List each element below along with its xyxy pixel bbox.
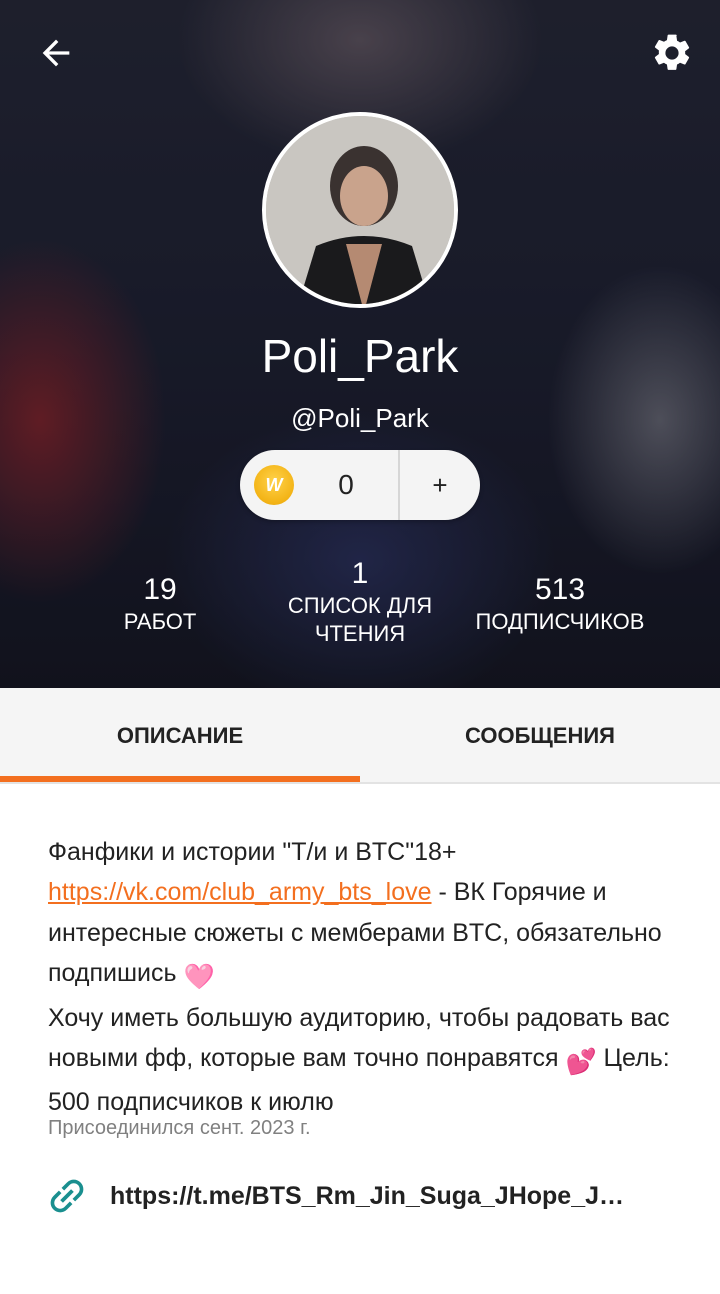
active-tab-indicator (0, 776, 360, 782)
stat-value: 1 (351, 557, 369, 590)
profile-header: Poli_Park @Poli_Park W 0 + 19 РАБОТ 1 СП… (0, 0, 720, 688)
arrow-left-icon (42, 39, 70, 67)
profile-tabs: ОПИСАНИЕ СООБЩЕНИЯ (0, 688, 720, 784)
profile-stats: 19 РАБОТ 1 СПИСОК ДЛЯ ЧТЕНИЯ 513 ПОДПИСЧ… (0, 556, 720, 666)
external-link-url[interactable]: https://t.me/BTS_Rm_Jin_Suga_JHope_J… (110, 1182, 654, 1211)
settings-button[interactable] (644, 25, 700, 81)
external-link[interactable]: https://t.me/BTS_Rm_Jin_Suga_JHope_J… (44, 1170, 684, 1222)
display-name: Poli_Park (261, 330, 459, 382)
description-text: Фанфики и истории "Т/и и BTC"18+ (48, 838, 457, 866)
stat-works[interactable]: 19 РАБОТ (60, 572, 260, 636)
stat-value: 19 (143, 573, 177, 606)
coin-icon: W (254, 465, 294, 505)
stat-label: ПОДПИСЧИКОВ (475, 609, 645, 634)
stat-label: РАБОТ (123, 609, 197, 634)
username: @Poli_Park (291, 403, 429, 433)
pink-heart-emoji: 🩷 (183, 963, 215, 992)
tab-description[interactable]: ОПИСАНИЕ (0, 688, 360, 784)
link-icon (50, 1179, 84, 1213)
two-hearts-emoji: 💕 (565, 1048, 597, 1077)
gear-icon (654, 34, 690, 70)
stat-reading-lists[interactable]: 1 СПИСОК ДЛЯ ЧТЕНИЯ (260, 556, 460, 648)
stat-value: 513 (534, 573, 586, 606)
profile-description: Фанфики и истории "Т/и и BTC"18+ https:/… (48, 832, 688, 1123)
stat-label: СПИСОК ДЛЯ ЧТЕНИЯ (287, 593, 433, 646)
stat-followers[interactable]: 513 ПОДПИСЧИКОВ (460, 572, 660, 636)
avatar[interactable] (262, 112, 458, 308)
vk-link[interactable]: https://vk.com/club_army_bts_love (48, 878, 432, 906)
joined-date: Присоединился сент. 2023 г. (48, 1117, 311, 1139)
coin-balance: 0 (338, 469, 354, 500)
coins-widget: W 0 + (240, 450, 480, 520)
tab-messages[interactable]: СООБЩЕНИЯ (360, 688, 720, 784)
avatar-photo (266, 116, 454, 304)
back-button[interactable] (28, 25, 84, 81)
add-coins-button[interactable]: + (400, 470, 480, 501)
